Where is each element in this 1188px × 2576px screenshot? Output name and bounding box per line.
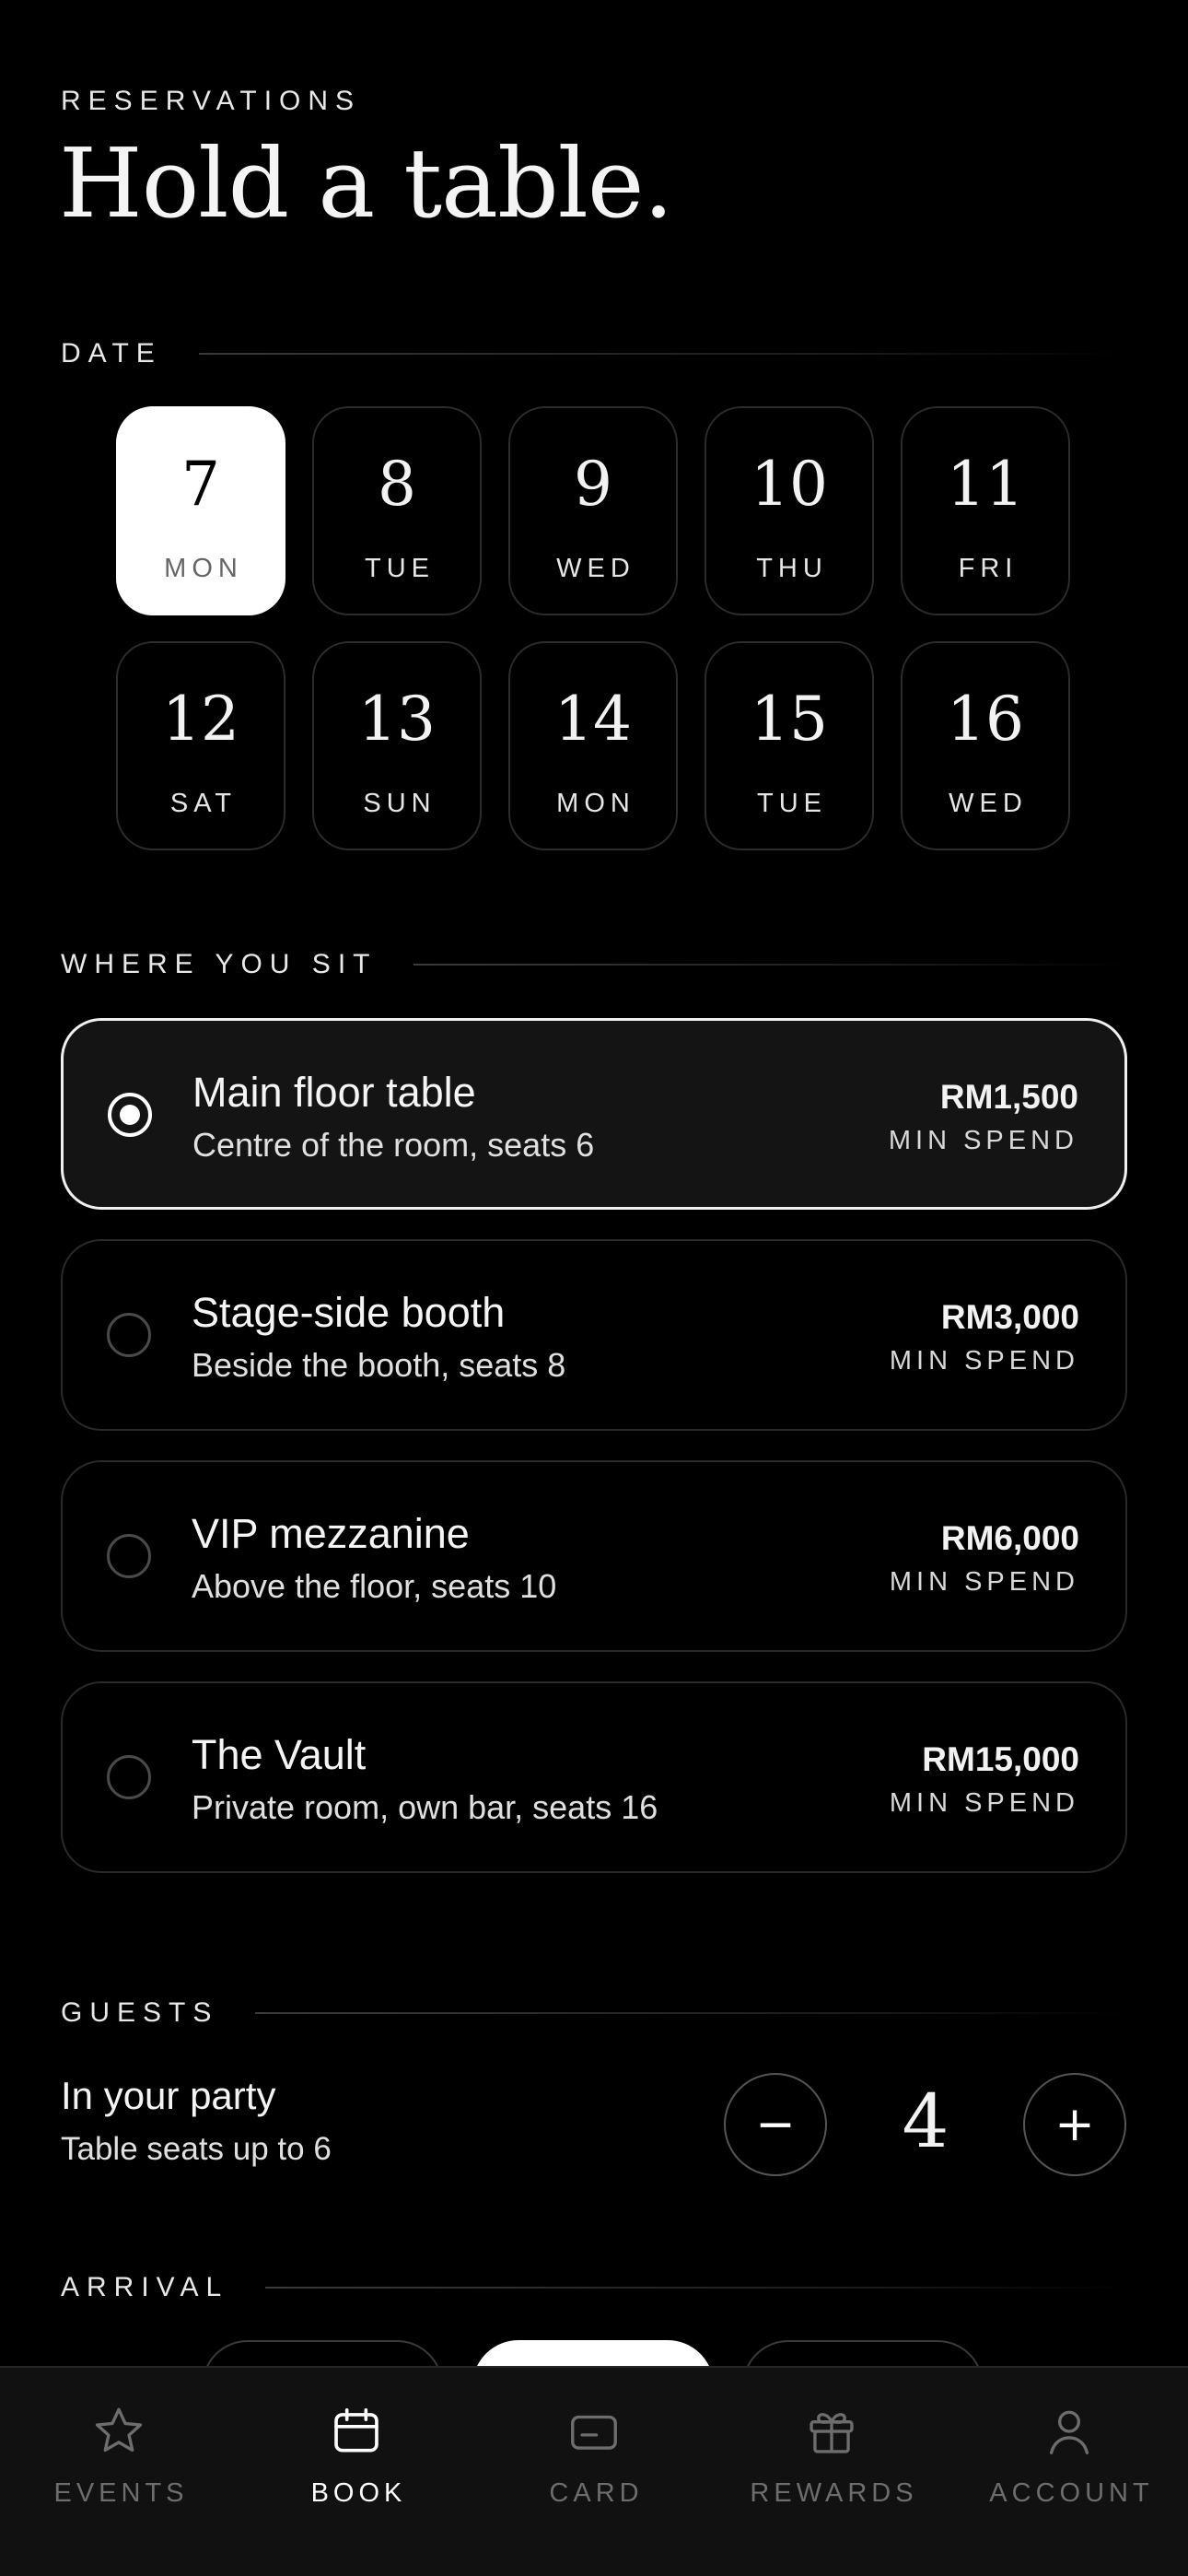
date-option-9[interactable]: 9 WED [508, 406, 678, 615]
date-option-8[interactable]: 8 TUE [312, 406, 482, 615]
radio-button[interactable] [107, 1755, 151, 1799]
page-title: Hold a table. [59, 127, 674, 240]
tab-account[interactable]: ACCOUNT [950, 2368, 1188, 2576]
seating-section-label: WHERE YOU SIT [61, 949, 378, 979]
arrival-section-label: ARRIVAL [61, 2272, 229, 2302]
tab-rewards[interactable]: REWARDS [713, 2368, 950, 2576]
seat-name: Stage-side booth [192, 1289, 506, 1336]
date-weekday: WED [556, 554, 635, 583]
date-number: 12 [162, 684, 239, 755]
seat-option-the-vault[interactable]: The Vault Private room, own bar, seats 1… [61, 1681, 1127, 1873]
date-number: 9 [574, 449, 612, 520]
divider [198, 353, 1127, 355]
date-number: 14 [554, 684, 632, 755]
party-subtitle: Table seats up to 6 [61, 2131, 332, 2167]
seat-name: VIP mezzanine [192, 1510, 470, 1557]
date-number: 7 [181, 449, 220, 520]
divider [265, 2287, 1127, 2289]
date-option-12[interactable]: 12 SAT [116, 641, 285, 850]
tab-label: REWARDS [750, 2478, 918, 2508]
date-weekday: TUE [365, 554, 435, 583]
date-option-15[interactable]: 15 TUE [705, 641, 874, 850]
guests-section-header: GUESTS [61, 1997, 1127, 2029]
gift-icon [809, 2413, 854, 2453]
date-weekday: THU [756, 554, 828, 583]
bottom-tab-bar: EVENTS BOOK CARD REWARDS ACCOUNT [0, 2366, 1188, 2576]
date-weekday: WED [949, 789, 1028, 818]
date-number: 8 [378, 449, 416, 520]
seat-price: RM15,000 [922, 1740, 1079, 1778]
radio-button[interactable] [107, 1313, 151, 1357]
date-option-13[interactable]: 13 SUN [312, 641, 482, 850]
min-spend-label: MIN SPEND [888, 1126, 1078, 1155]
min-spend-label: MIN SPEND [889, 1788, 1079, 1818]
date-option-11[interactable]: 11 FRI [901, 406, 1070, 615]
min-spend-label: MIN SPEND [889, 1567, 1079, 1597]
divider [413, 964, 1127, 966]
seat-name: Main floor table [192, 1069, 476, 1116]
date-weekday: MON [164, 554, 243, 583]
seat-description: Centre of the room, seats 6 [192, 1126, 595, 1164]
seat-price: RM3,000 [940, 1298, 1079, 1336]
plus-icon: + [1054, 2097, 1095, 2152]
date-number: 10 [751, 449, 828, 520]
date-option-16[interactable]: 16 WED [901, 641, 1070, 850]
person-icon [1049, 2410, 1089, 2454]
date-number: 16 [947, 684, 1024, 755]
date-weekday: SUN [363, 789, 437, 818]
increase-guests-button[interactable]: + [1023, 2073, 1126, 2176]
calendar-icon [334, 2407, 379, 2453]
tab-label: CARD [549, 2478, 644, 2508]
seat-option-main-floor[interactable]: Main floor table Centre of the room, sea… [61, 1018, 1127, 1210]
date-section-label: DATE [61, 338, 162, 369]
tab-card[interactable]: CARD [475, 2368, 713, 2576]
date-option-10[interactable]: 10 THU [705, 406, 874, 615]
date-number: 11 [947, 449, 1024, 520]
tab-label: BOOK [310, 2478, 407, 2508]
tab-book[interactable]: BOOK [238, 2368, 475, 2576]
radio-button[interactable] [108, 1093, 152, 1137]
date-number: 13 [358, 684, 436, 755]
seating-section-header: WHERE YOU SIT [61, 949, 1127, 980]
date-weekday: FRI [958, 554, 1019, 583]
min-spend-label: MIN SPEND [889, 1346, 1079, 1376]
guests-section-label: GUESTS [61, 1997, 219, 2028]
date-option-14[interactable]: 14 MON [508, 641, 678, 850]
radio-button[interactable] [107, 1534, 151, 1578]
tab-label: EVENTS [53, 2478, 189, 2508]
seating-options: Main floor table Centre of the room, sea… [61, 1018, 1127, 1903]
date-weekday: TUE [757, 789, 827, 818]
decrease-guests-button[interactable]: − [724, 2073, 827, 2176]
seat-option-stage-side-booth[interactable]: Stage-side booth Beside the booth, seats… [61, 1239, 1127, 1431]
seat-name: The Vault [192, 1731, 367, 1778]
date-section-header: DATE [61, 338, 1127, 369]
date-option-7[interactable]: 7 MON [116, 406, 285, 615]
seat-price: RM1,500 [939, 1078, 1078, 1116]
divider [255, 2012, 1127, 2014]
seat-price: RM6,000 [940, 1519, 1079, 1557]
arrival-section-header: ARRIVAL [61, 2272, 1127, 2303]
party-title: In your party [61, 2074, 276, 2117]
guest-count: 4 [902, 2078, 949, 2164]
card-icon [571, 2415, 617, 2450]
star-icon [95, 2407, 143, 2453]
seat-option-vip-mezzanine[interactable]: VIP mezzanine Above the floor, seats 10 … [61, 1460, 1127, 1652]
date-picker: 7 MON 8 TUE 9 WED 10 THU 11 FRI 12 SAT 13 SUN 1… [116, 406, 1072, 850]
seat-description: Beside the booth, seats 8 [192, 1346, 566, 1384]
eyebrow-label: RESERVATIONS [61, 86, 362, 116]
tab-events[interactable]: EVENTS [0, 2368, 238, 2576]
seat-description: Private room, own bar, seats 16 [192, 1788, 658, 1826]
date-weekday: SAT [169, 789, 238, 818]
seat-description: Above the floor, seats 10 [192, 1567, 557, 1605]
date-number: 15 [751, 684, 828, 755]
tab-label: ACCOUNT [989, 2478, 1154, 2508]
minus-icon: − [755, 2097, 796, 2152]
date-weekday: MON [556, 789, 635, 818]
